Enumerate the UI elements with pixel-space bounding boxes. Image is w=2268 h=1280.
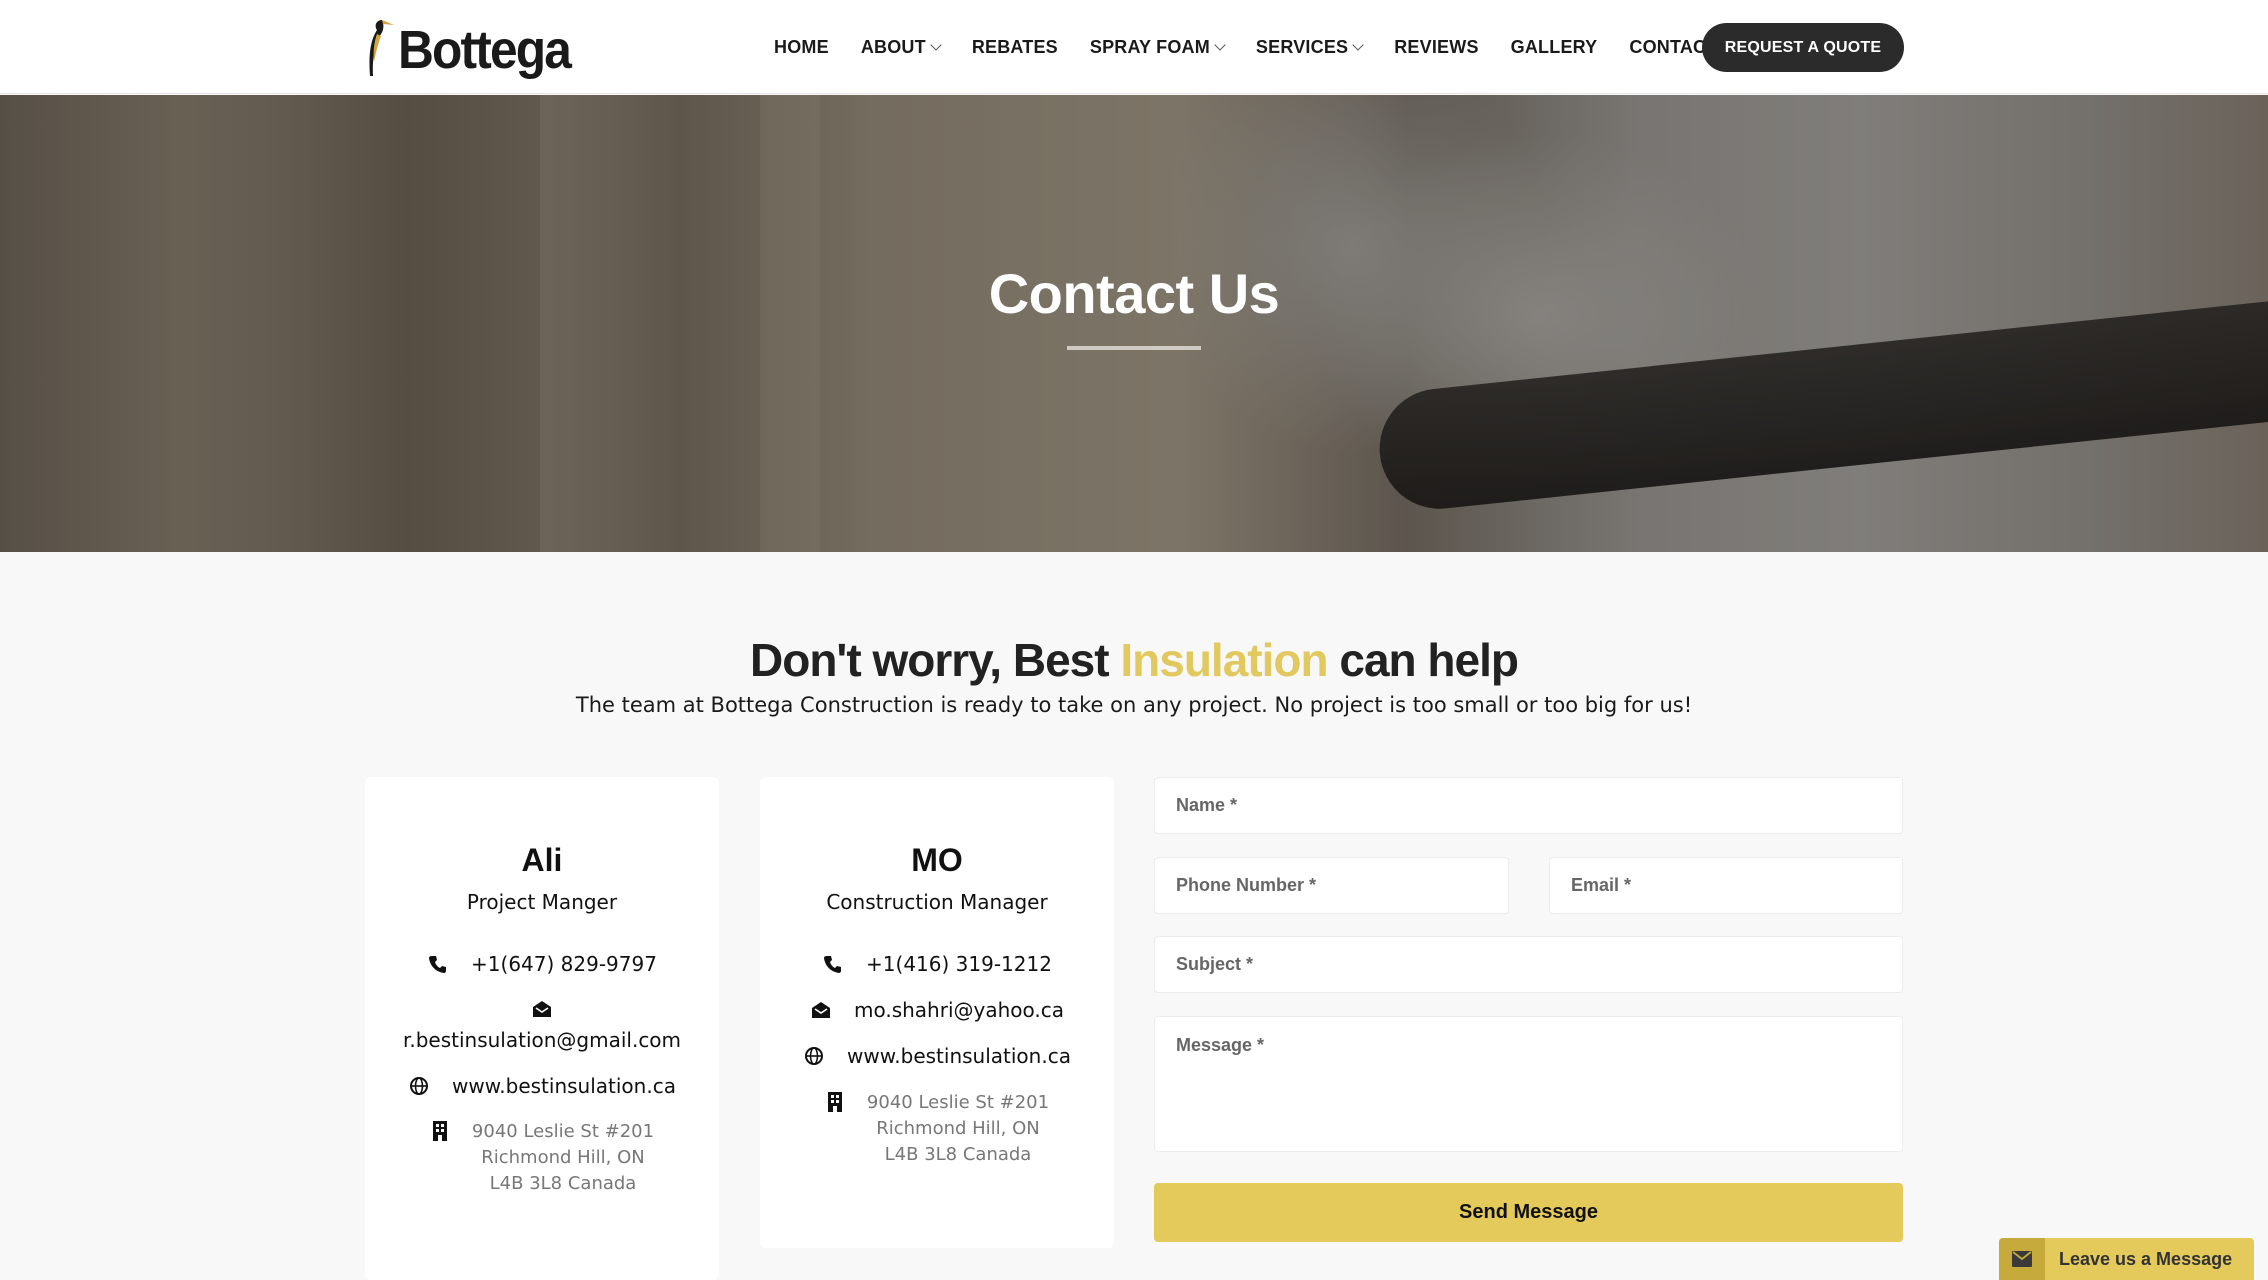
globe-icon [803, 1045, 825, 1067]
contact-website-row[interactable]: www.bestinsulation.ca [365, 1074, 719, 1098]
contact-card-ali: Ali Project Manger +1(647) 829-9797 r.be… [365, 777, 719, 1280]
name-input[interactable] [1154, 777, 1903, 834]
contact-role: Project Manger [466, 890, 618, 914]
contact-card-mo: MO Construction Manager +1(416) 319-1212… [760, 777, 1114, 1248]
email-input[interactable] [1549, 857, 1903, 914]
contact-name: Ali [521, 842, 563, 878]
contact-role: Construction Manager [826, 890, 1048, 914]
nav-item-rebates[interactable]: REBATES [972, 37, 1058, 58]
contact-phone-row[interactable]: +1(416) 319-1212 [760, 952, 1114, 976]
hero-banner: Contact Us [0, 95, 2268, 552]
subject-input[interactable] [1154, 936, 1903, 993]
address-line: 9040 Leslie St #201 [471, 1121, 655, 1142]
nav-item-label: ABOUT [860, 36, 926, 57]
chevron-down-icon [930, 39, 942, 51]
message-textarea[interactable] [1154, 1016, 1903, 1152]
chevron-down-icon [1214, 39, 1226, 51]
envelope-icon [532, 999, 552, 1019]
nav-item-home[interactable]: HOME [774, 37, 829, 58]
globe-icon [408, 1075, 430, 1097]
chevron-down-icon [1352, 39, 1364, 51]
contact-email-row[interactable]: r.bestinsulation@gmail.com [365, 999, 719, 1052]
chat-widget[interactable]: Leave us a Message [1999, 1238, 2254, 1280]
nav-item-label: SERVICES [1255, 36, 1349, 57]
main-nav: HOME ABOUT REBATES SPRAY FOAM SERVICES R… [774, 0, 1749, 94]
send-message-button[interactable]: Send Message [1154, 1183, 1903, 1242]
nav-item-gallery[interactable]: GALLERY [1511, 37, 1598, 58]
logo[interactable]: Bottega [362, 14, 585, 78]
contact-name: MO [911, 842, 963, 878]
contact-website: www.bestinsulation.ca [452, 1074, 676, 1098]
heading-accent: Insulation [1120, 634, 1328, 686]
section-subtitle: The team at Bottega Construction is read… [575, 693, 1693, 717]
nav-item-label: SPRAY FOAM [1089, 36, 1210, 57]
building-icon [825, 1092, 845, 1112]
envelope-icon [1999, 1238, 2045, 1280]
contact-address: 9040 Leslie St #201 Richmond Hill, ON L4… [365, 1119, 719, 1197]
contact-phone-row[interactable]: +1(647) 829-9797 [365, 952, 719, 976]
phone-input[interactable] [1154, 857, 1509, 914]
contact-phone: +1(416) 319-1212 [866, 952, 1052, 976]
address-line: Richmond Hill, ON [481, 1147, 645, 1168]
nav-item-about[interactable]: ABOUT [860, 36, 942, 58]
nav-item-label: REBATES [971, 36, 1058, 57]
nav-item-label: GALLERY [1510, 36, 1598, 57]
logo-text: Bottega [398, 20, 572, 80]
nav-item-spray-foam[interactable]: SPRAY FOAM [1089, 36, 1226, 58]
contact-email: mo.shahri@yahoo.ca [853, 998, 1065, 1022]
page-title: Contact Us [988, 262, 1280, 325]
address-line: Richmond Hill, ON [876, 1118, 1040, 1139]
nav-item-services[interactable]: SERVICES [1255, 36, 1364, 58]
site-header: Bottega HOME ABOUT REBATES SPRAY FOAM SE… [0, 0, 2268, 94]
contact-email: r.bestinsulation@gmail.com [402, 1028, 682, 1052]
address-line: 9040 Leslie St #201 [866, 1092, 1050, 1113]
nav-item-reviews[interactable]: REVIEWS [1394, 37, 1478, 58]
contact-website-row[interactable]: www.bestinsulation.ca [760, 1044, 1114, 1068]
chat-widget-label: Leave us a Message [2059, 1248, 2233, 1269]
address-line: L4B 3L8 Canada [489, 1173, 637, 1194]
building-icon [430, 1121, 450, 1141]
contact-phone: +1(647) 829-9797 [471, 952, 657, 976]
section-heading: Don't worry, Best Insulation can help [0, 633, 2268, 687]
heron-logo-icon [369, 20, 394, 76]
title-underline [1067, 346, 1201, 350]
contact-website: www.bestinsulation.ca [847, 1044, 1071, 1068]
phone-icon [822, 953, 844, 975]
envelope-icon [810, 999, 832, 1021]
contact-email-row[interactable]: mo.shahri@yahoo.ca [760, 998, 1114, 1022]
heading-part: can help [1327, 634, 1519, 686]
nav-item-label: HOME [774, 36, 829, 57]
request-quote-button[interactable]: REQUEST A QUOTE [1702, 23, 1904, 72]
contact-address: 9040 Leslie St #201 Richmond Hill, ON L4… [760, 1090, 1114, 1168]
phone-icon [427, 953, 449, 975]
address-line: L4B 3L8 Canada [884, 1144, 1032, 1165]
heading-part: Don't worry, Best [750, 634, 1121, 686]
nav-item-label: REVIEWS [1394, 36, 1479, 57]
